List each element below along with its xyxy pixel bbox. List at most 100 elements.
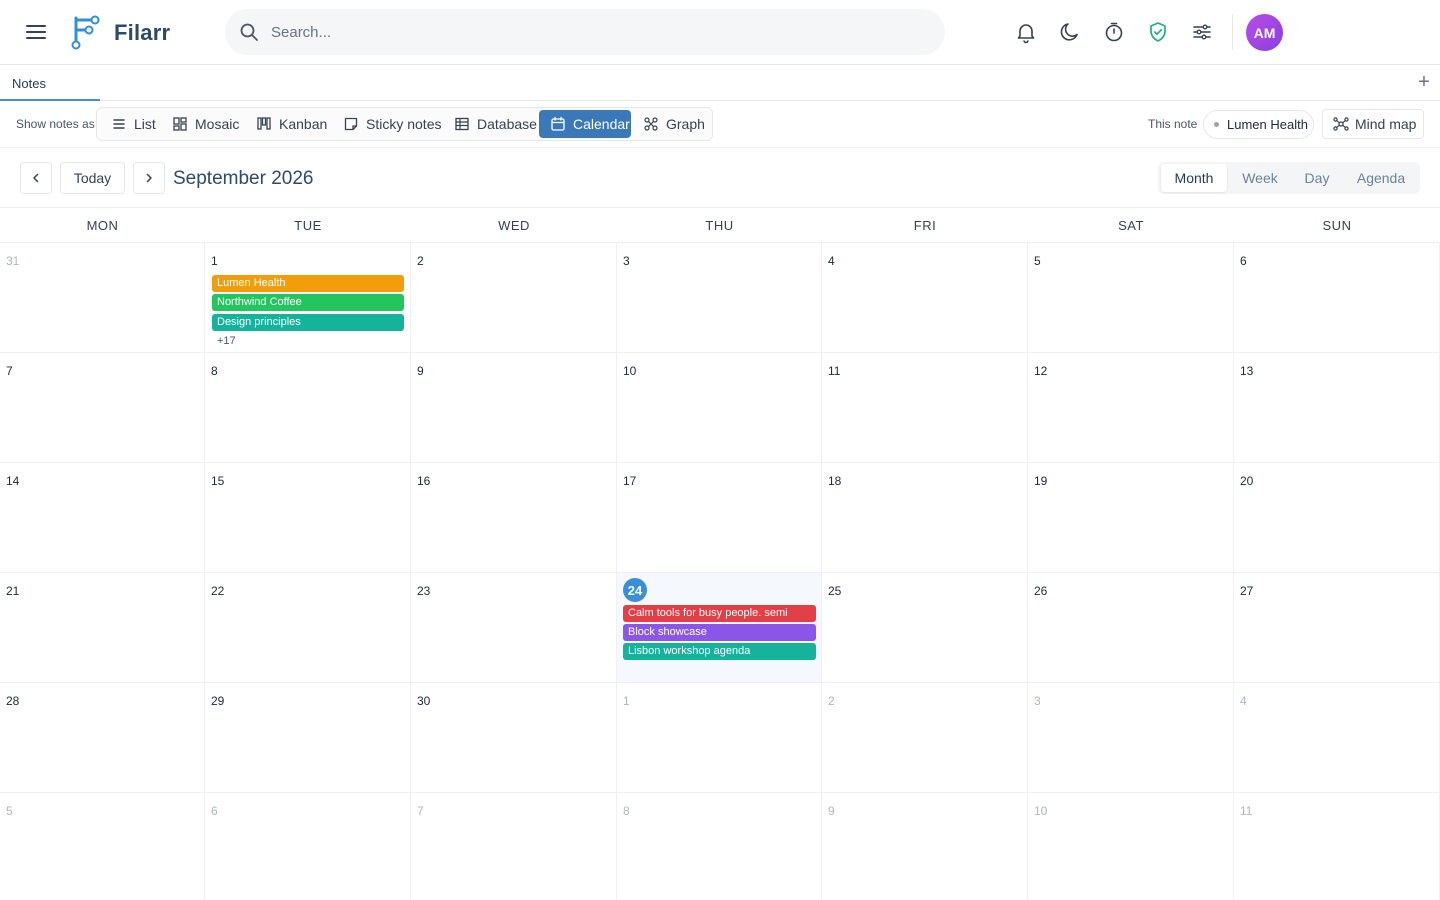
day-number[interactable]: 2: [828, 694, 835, 708]
range-week-button[interactable]: Week: [1231, 164, 1289, 192]
day-cell[interactable]: 16: [411, 463, 617, 573]
menu-icon[interactable]: [24, 20, 48, 44]
day-cell[interactable]: 3: [1028, 683, 1234, 793]
day-cell[interactable]: 21: [0, 573, 205, 683]
day-number[interactable]: 21: [6, 584, 19, 598]
view-sticky-notes-button[interactable]: Sticky notes: [343, 110, 441, 138]
day-number[interactable]: 27: [1240, 584, 1253, 598]
day-cell[interactable]: 4: [822, 243, 1028, 353]
event-chip[interactable]: Northwind Coffee: [212, 294, 404, 311]
day-number[interactable]: 5: [1034, 254, 1041, 268]
day-cell[interactable]: 26: [1028, 573, 1234, 683]
day-cell[interactable]: 20: [1234, 463, 1440, 573]
day-number[interactable]: 6: [1240, 254, 1247, 268]
day-number[interactable]: 30: [417, 694, 430, 708]
day-number[interactable]: 9: [417, 364, 424, 378]
brand-name[interactable]: Filarr: [114, 20, 170, 46]
day-cell[interactable]: 8: [617, 793, 822, 900]
event-chip[interactable]: Design principles: [212, 314, 404, 331]
day-number[interactable]: 1: [211, 254, 218, 268]
day-cell[interactable]: 15: [205, 463, 411, 573]
day-number[interactable]: 4: [828, 254, 835, 268]
day-number[interactable]: 5: [6, 804, 13, 818]
today-button[interactable]: Today: [60, 162, 125, 194]
day-number[interactable]: 4: [1240, 694, 1247, 708]
today-date-badge[interactable]: 24: [623, 578, 647, 602]
view-calendar-button[interactable]: Calendar: [539, 110, 631, 138]
day-number[interactable]: 12: [1034, 364, 1047, 378]
day-number[interactable]: 6: [211, 804, 218, 818]
day-cell[interactable]: 5: [0, 793, 205, 900]
day-number[interactable]: 22: [211, 584, 224, 598]
day-cell[interactable]: 29: [205, 683, 411, 793]
day-number[interactable]: 18: [828, 474, 841, 488]
view-graph-button[interactable]: Graph: [643, 110, 705, 138]
moon-icon[interactable]: [1058, 20, 1082, 44]
day-cell[interactable]: 4: [1234, 683, 1440, 793]
range-agenda-button[interactable]: Agenda: [1346, 164, 1416, 192]
day-number[interactable]: 10: [623, 364, 636, 378]
day-number[interactable]: 26: [1034, 584, 1047, 598]
event-chip[interactable]: Calm tools for busy people. semi: [623, 605, 816, 622]
day-number[interactable]: 11: [828, 364, 840, 378]
mind-map-button[interactable]: Mind map: [1322, 109, 1424, 139]
day-cell[interactable]: 23: [411, 573, 617, 683]
range-month-button[interactable]: Month: [1161, 164, 1227, 192]
day-number[interactable]: 11: [1240, 804, 1252, 818]
day-number[interactable]: 8: [623, 804, 630, 818]
previous-month-button[interactable]: [20, 162, 52, 194]
day-cell[interactable]: 5: [1028, 243, 1234, 353]
view-database-button[interactable]: Database: [454, 110, 537, 138]
day-cell[interactable]: 6: [1234, 243, 1440, 353]
event-chip[interactable]: Lisbon workshop agenda: [623, 643, 816, 660]
tab-notes[interactable]: Notes: [0, 65, 100, 101]
day-number[interactable]: 29: [211, 694, 224, 708]
view-mosaic-button[interactable]: Mosaic: [172, 110, 239, 138]
day-number[interactable]: 23: [417, 584, 430, 598]
day-number[interactable]: 3: [623, 254, 630, 268]
day-number[interactable]: 13: [1240, 364, 1253, 378]
day-number[interactable]: 1: [623, 694, 630, 708]
range-day-button[interactable]: Day: [1292, 164, 1342, 192]
day-cell[interactable]: 11: [1234, 793, 1440, 900]
day-cell[interactable]: 10: [617, 353, 822, 463]
day-number[interactable]: 16: [417, 474, 430, 488]
add-tab-icon[interactable]: +: [1414, 72, 1434, 92]
search-input[interactable]: [271, 21, 911, 43]
day-number[interactable]: 10: [1034, 804, 1047, 818]
day-cell[interactable]: 19: [1028, 463, 1234, 573]
view-list-button[interactable]: List: [111, 110, 164, 138]
filarr-logo-icon[interactable]: [70, 14, 102, 50]
timer-icon[interactable]: [1102, 20, 1126, 44]
day-number[interactable]: 25: [828, 584, 841, 598]
day-cell[interactable]: 3: [617, 243, 822, 353]
day-number[interactable]: 3: [1034, 694, 1041, 708]
day-cell[interactable]: 27: [1234, 573, 1440, 683]
day-cell[interactable]: 1: [617, 683, 822, 793]
day-number[interactable]: 31: [6, 254, 19, 268]
day-cell[interactable]: 9: [411, 353, 617, 463]
day-cell[interactable]: 12: [1028, 353, 1234, 463]
day-cell[interactable]: 8: [205, 353, 411, 463]
day-cell[interactable]: 18: [822, 463, 1028, 573]
day-cell[interactable]: 13: [1234, 353, 1440, 463]
bell-icon[interactable]: [1014, 20, 1038, 44]
more-events-link[interactable]: +17: [217, 335, 236, 347]
search-bar[interactable]: [225, 9, 945, 55]
day-cell[interactable]: 25: [822, 573, 1028, 683]
day-cell[interactable]: 7: [0, 353, 205, 463]
day-number[interactable]: 28: [6, 694, 19, 708]
current-note-pill[interactable]: Lumen Health: [1203, 110, 1314, 139]
day-cell[interactable]: 7: [411, 793, 617, 900]
day-cell[interactable]: 10: [1028, 793, 1234, 900]
day-cell[interactable]: 30: [411, 683, 617, 793]
day-number[interactable]: 7: [6, 364, 13, 378]
day-cell[interactable]: 17: [617, 463, 822, 573]
day-number[interactable]: 19: [1034, 474, 1047, 488]
day-number[interactable]: 20: [1240, 474, 1253, 488]
day-number[interactable]: 9: [828, 804, 835, 818]
view-kanban-button[interactable]: Kanban: [256, 110, 327, 138]
day-cell[interactable]: 2: [411, 243, 617, 353]
day-number[interactable]: 7: [417, 804, 424, 818]
event-chip[interactable]: Lumen Health: [212, 275, 404, 292]
